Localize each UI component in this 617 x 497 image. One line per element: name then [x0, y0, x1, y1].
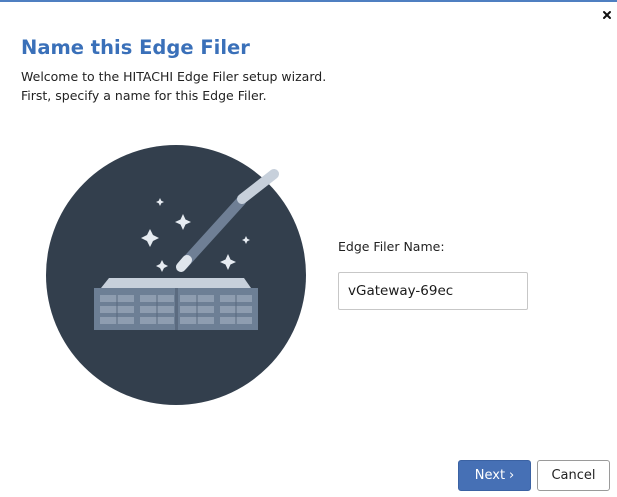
welcome-text: Welcome to the HITACHI Edge Filer setup …: [21, 69, 327, 84]
edge-filer-name-label: Edge Filer Name:: [338, 239, 445, 254]
setup-wizard-dialog: Name this Edge Filer Welcome to the HITA…: [0, 0, 617, 497]
top-border: [0, 0, 617, 2]
close-button[interactable]: [598, 6, 616, 24]
cancel-button[interactable]: Cancel: [537, 460, 610, 491]
page-title: Name this Edge Filer: [21, 36, 250, 59]
close-icon: [603, 11, 611, 19]
magic-wand-server-illustration: [46, 145, 306, 405]
next-button[interactable]: Next ›: [458, 460, 531, 491]
chevron-right-icon: ›: [509, 468, 515, 483]
instruction-text: First, specify a name for this Edge File…: [21, 88, 267, 103]
edge-filer-name-input[interactable]: [338, 272, 528, 310]
next-button-label: Next: [474, 468, 506, 483]
